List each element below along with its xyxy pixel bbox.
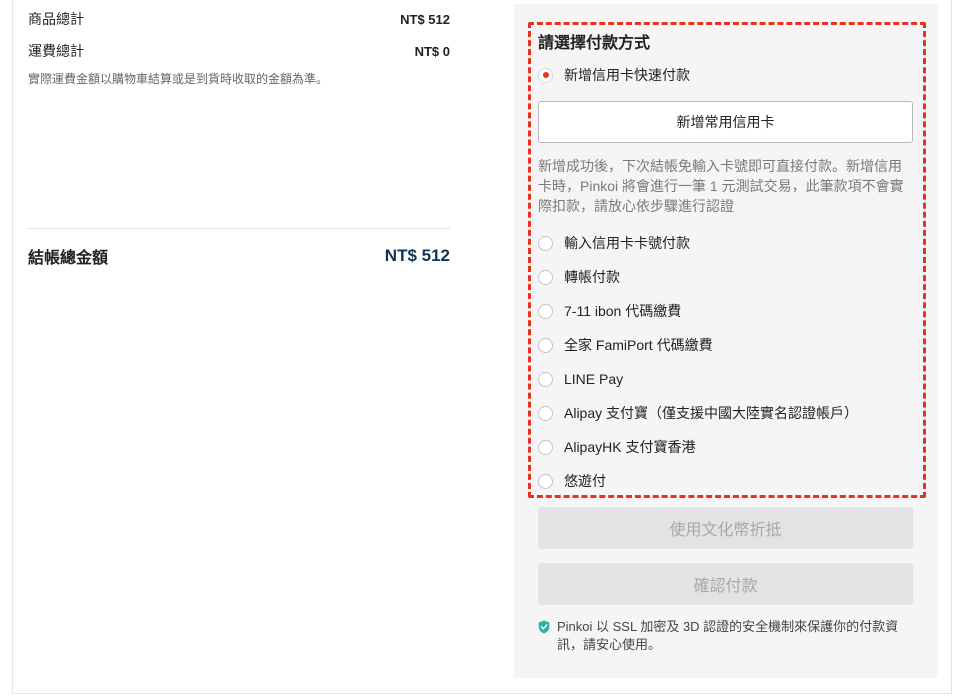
payment-option-linepay[interactable]: LINE Pay xyxy=(538,369,623,389)
payment-option-label: LINE Pay xyxy=(564,371,624,387)
radio-icon[interactable] xyxy=(538,269,553,285)
payment-option-label: 新增信用卡快速付款 xyxy=(564,67,690,83)
shipping-total-label: 運費總計 xyxy=(28,43,84,59)
summary-divider xyxy=(28,228,450,229)
shipping-note: 實際運費金額以購物車結算或是到貨時收取的金額為準。 xyxy=(28,72,329,86)
card-note: 新增成功後，下次結帳免輸入卡號即可直接付款。新增信用卡時，Pinkoi 將會進行… xyxy=(538,158,904,214)
payment-option-label: 7-11 ibon 代碼繳費 xyxy=(564,303,682,319)
payment-methods-highlight xyxy=(528,22,926,498)
payment-option-ibon[interactable]: 7-11 ibon 代碼繳費 xyxy=(538,301,681,321)
radio-icon[interactable] xyxy=(538,235,553,251)
confirm-payment-button[interactable]: 確認付款 xyxy=(538,563,913,605)
radio-icon[interactable] xyxy=(538,473,553,489)
items-total-row: 商品總計 NT$ 512 xyxy=(28,8,450,30)
radio-icon[interactable] xyxy=(538,371,553,387)
checkout-total-row: 結帳總金額 NT$ 512 xyxy=(28,244,450,268)
checkout-total-label: 結帳總金額 xyxy=(28,250,109,267)
payment-option-label: 全家 FamiPort 代碼繳費 xyxy=(564,337,713,353)
items-total-label: 商品總計 xyxy=(28,11,84,27)
payment-option-transfer[interactable]: 轉帳付款 xyxy=(538,267,620,287)
payment-option-label: 轉帳付款 xyxy=(564,269,620,285)
radio-selected-icon[interactable] xyxy=(538,67,553,83)
shipping-total-value: NT$ 0 xyxy=(414,43,450,59)
payment-option-label: Alipay 支付寶（僅支援中國大陸實名認證帳戶） xyxy=(564,405,859,421)
shield-check-icon xyxy=(538,620,550,634)
order-summary: 商品總計 NT$ 512 運費總計 NT$ 0 實際運費金額以購物車結算或是到貨… xyxy=(28,8,450,278)
secure-note-text: Pinkoi 以 SSL 加密及 3D 認證的安全機制來保護你的付款資訊，請安心… xyxy=(557,619,899,652)
radio-icon[interactable] xyxy=(538,303,553,319)
add-card-button[interactable]: 新增常用信用卡 xyxy=(538,101,913,143)
payment-option-famiport[interactable]: 全家 FamiPort 代碼繳費 xyxy=(538,335,713,355)
payment-option-label: AlipayHK 支付寶香港 xyxy=(564,439,696,455)
payment-option-quick-card[interactable]: 新增信用卡快速付款 xyxy=(538,65,690,85)
payment-option-alipayhk[interactable]: AlipayHK 支付寶香港 xyxy=(538,437,695,457)
payment-option-label: 輸入信用卡卡號付款 xyxy=(564,235,690,251)
radio-icon[interactable] xyxy=(538,439,553,455)
payment-option-label: 悠遊付 xyxy=(564,473,606,489)
payment-title: 請選擇付款方式 xyxy=(538,35,651,52)
radio-icon[interactable] xyxy=(538,405,553,421)
payment-option-easywallet[interactable]: 悠遊付 xyxy=(538,471,606,491)
payment-panel: 請選擇付款方式 新增信用卡快速付款 新增常用信用卡 新增成功後，下次結帳免輸入卡… xyxy=(514,4,938,678)
use-culture-coin-button[interactable]: 使用文化幣折抵 xyxy=(538,507,913,549)
secure-note: Pinkoi 以 SSL 加密及 3D 認證的安全機制來保護你的付款資訊，請安心… xyxy=(538,618,913,654)
radio-icon[interactable] xyxy=(538,337,553,353)
checkout-total-value: NT$ 512 xyxy=(384,246,450,265)
payment-option-alipay[interactable]: Alipay 支付寶（僅支援中國大陸實名認證帳戶） xyxy=(538,403,858,423)
shipping-total-row: 運費總計 NT$ 0 xyxy=(28,40,450,62)
items-total-value: NT$ 512 xyxy=(400,11,450,27)
payment-option-card-number[interactable]: 輸入信用卡卡號付款 xyxy=(538,233,690,253)
